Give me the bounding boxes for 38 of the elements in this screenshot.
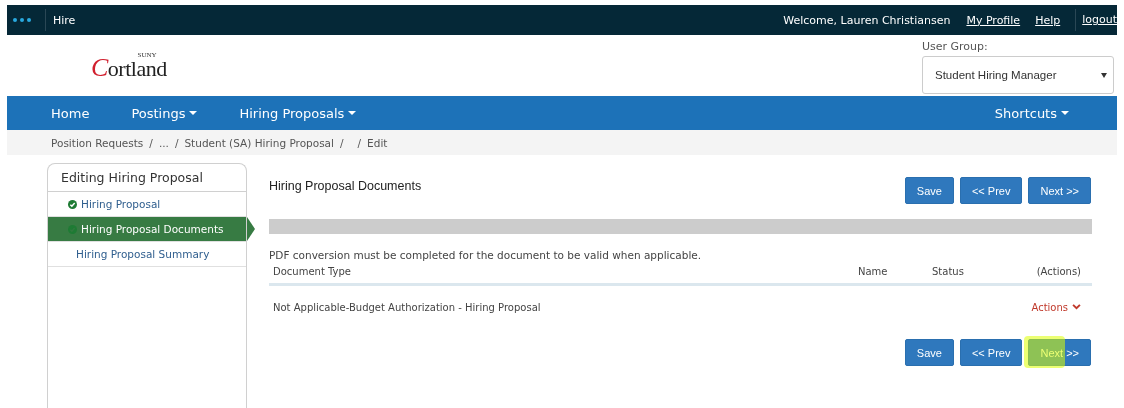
sidebar-item[interactable]: Hiring Proposal Summary	[48, 242, 246, 267]
breadcrumb-separator: /	[357, 136, 362, 149]
nav-button[interactable]: << Prev	[959, 177, 1023, 204]
section-title: Hiring Proposal Documents	[269, 178, 422, 193]
nav-button[interactable]: Next >>	[1028, 339, 1091, 366]
breadcrumb-separator: /	[149, 136, 153, 149]
nav-item[interactable]: Postings	[131, 105, 198, 121]
table-cell-text: Not Applicable-Budget Authorization - Hiring Proposal	[272, 301, 542, 313]
breadcrumb-link[interactable]: Student (SA) Hiring Proposal	[184, 136, 334, 149]
column-header: Document Type	[272, 266, 352, 277]
logo-wordmark: Cortland	[91, 59, 167, 78]
nav-button[interactable]: Save	[904, 177, 954, 204]
breadcrumb-link[interactable]: Position Requests	[51, 136, 144, 149]
nav-button[interactable]: Save	[904, 339, 954, 366]
chevron-down-icon	[1072, 304, 1081, 310]
nav-button[interactable]: Next >>	[1028, 177, 1091, 204]
nav-item[interactable]: Shortcuts	[994, 105, 1069, 121]
column-header: (Actions)	[1035, 266, 1082, 277]
info-text: PDF conversion must be completed for the document to be valid when applicable.	[269, 249, 703, 261]
column-header: Status	[932, 266, 965, 277]
sidebar-title: Editing Hiring Proposal	[48, 164, 246, 192]
breadcrumb-separator: /	[174, 136, 179, 149]
top-link[interactable]: logout	[1075, 9, 1117, 31]
nav-button[interactable]: << Prev	[959, 339, 1023, 366]
top-link[interactable]: My Profile	[966, 13, 1021, 27]
actions-dropdown[interactable]: Actions	[1031, 301, 1081, 313]
user-group-dropdown[interactable]: Student Hiring Manager	[922, 56, 1114, 94]
breadcrumb-link[interactable]: Edit	[367, 136, 388, 149]
app-name: Hire	[52, 13, 76, 27]
nav-item[interactable]: Hiring Proposals	[239, 105, 357, 121]
field-label: User Group:	[922, 40, 989, 53]
top-link[interactable]: Help	[1035, 13, 1061, 27]
breadcrumb-separator: /	[340, 136, 344, 149]
nav-item[interactable]: Home	[51, 105, 90, 121]
column-header: Name	[858, 266, 889, 277]
welcome-text: Welcome, Lauren Christiansen	[783, 13, 951, 27]
breadcrumb-link[interactable]: ...	[158, 136, 169, 149]
caret-icon	[1101, 72, 1107, 78]
